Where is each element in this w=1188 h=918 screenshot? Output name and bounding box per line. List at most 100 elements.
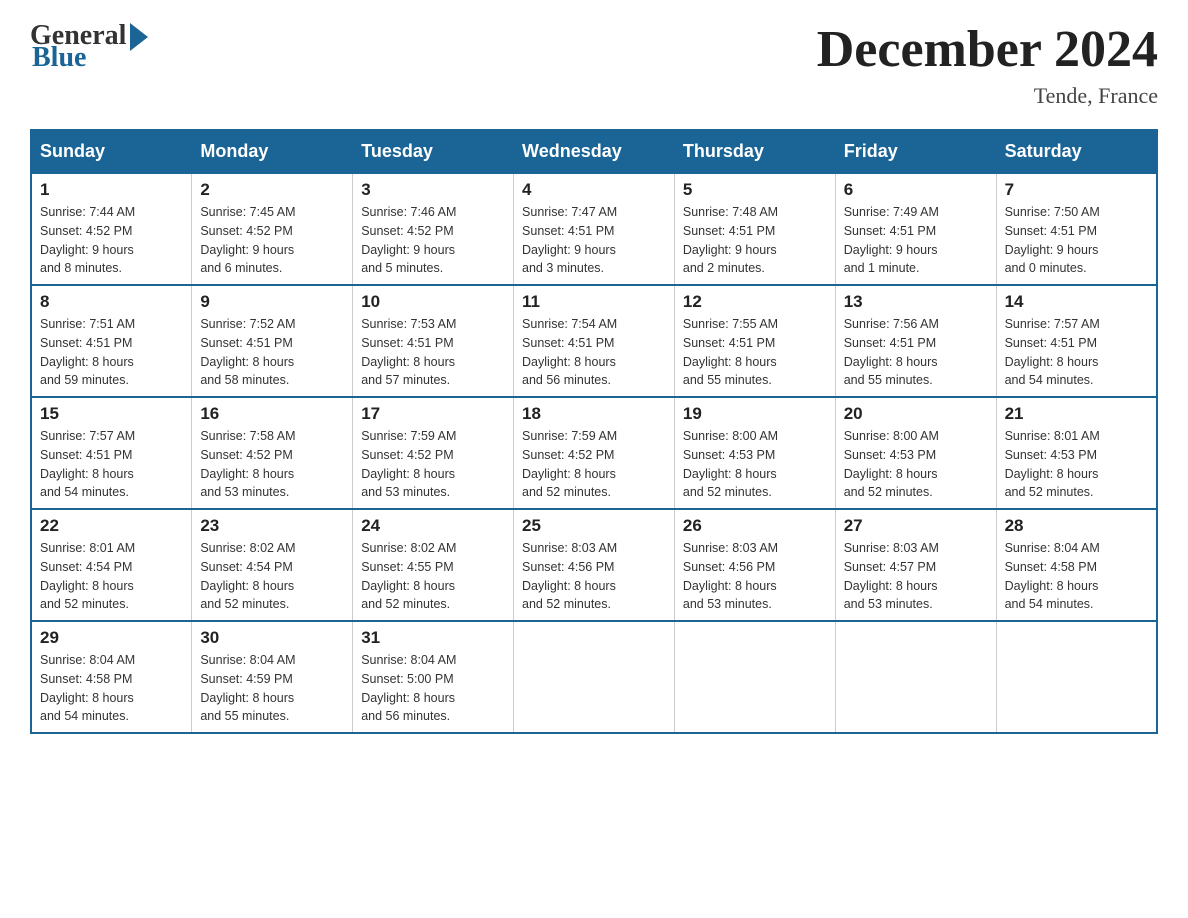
calendar-cell: 19 Sunrise: 8:00 AM Sunset: 4:53 PM Dayl…: [674, 397, 835, 509]
day-info: Sunrise: 7:44 AM Sunset: 4:52 PM Dayligh…: [40, 203, 183, 278]
title-section: December 2024 Tende, France: [817, 20, 1158, 109]
calendar-cell: 3 Sunrise: 7:46 AM Sunset: 4:52 PM Dayli…: [353, 173, 514, 285]
calendar-cell: 13 Sunrise: 7:56 AM Sunset: 4:51 PM Dayl…: [835, 285, 996, 397]
day-number: 23: [200, 516, 344, 536]
day-info: Sunrise: 7:59 AM Sunset: 4:52 PM Dayligh…: [361, 427, 505, 502]
col-wednesday: Wednesday: [514, 130, 675, 173]
day-number: 10: [361, 292, 505, 312]
day-info: Sunrise: 7:53 AM Sunset: 4:51 PM Dayligh…: [361, 315, 505, 390]
calendar-cell: 31 Sunrise: 8:04 AM Sunset: 5:00 PM Dayl…: [353, 621, 514, 733]
day-info: Sunrise: 8:02 AM Sunset: 4:55 PM Dayligh…: [361, 539, 505, 614]
day-number: 24: [361, 516, 505, 536]
calendar-cell: 1 Sunrise: 7:44 AM Sunset: 4:52 PM Dayli…: [31, 173, 192, 285]
day-number: 26: [683, 516, 827, 536]
calendar-cell: 21 Sunrise: 8:01 AM Sunset: 4:53 PM Dayl…: [996, 397, 1157, 509]
day-info: Sunrise: 8:02 AM Sunset: 4:54 PM Dayligh…: [200, 539, 344, 614]
calendar-cell: 23 Sunrise: 8:02 AM Sunset: 4:54 PM Dayl…: [192, 509, 353, 621]
calendar-cell: 17 Sunrise: 7:59 AM Sunset: 4:52 PM Dayl…: [353, 397, 514, 509]
logo-blue-text: Blue: [32, 42, 86, 74]
calendar-cell: 12 Sunrise: 7:55 AM Sunset: 4:51 PM Dayl…: [674, 285, 835, 397]
day-number: 5: [683, 180, 827, 200]
calendar-cell: 29 Sunrise: 8:04 AM Sunset: 4:58 PM Dayl…: [31, 621, 192, 733]
day-info: Sunrise: 7:56 AM Sunset: 4:51 PM Dayligh…: [844, 315, 988, 390]
day-number: 28: [1005, 516, 1148, 536]
calendar-week-4: 22 Sunrise: 8:01 AM Sunset: 4:54 PM Dayl…: [31, 509, 1157, 621]
day-number: 29: [40, 628, 183, 648]
calendar-cell: 27 Sunrise: 8:03 AM Sunset: 4:57 PM Dayl…: [835, 509, 996, 621]
col-friday: Friday: [835, 130, 996, 173]
calendar-cell: 14 Sunrise: 7:57 AM Sunset: 4:51 PM Dayl…: [996, 285, 1157, 397]
day-number: 9: [200, 292, 344, 312]
day-info: Sunrise: 7:57 AM Sunset: 4:51 PM Dayligh…: [40, 427, 183, 502]
calendar-week-3: 15 Sunrise: 7:57 AM Sunset: 4:51 PM Dayl…: [31, 397, 1157, 509]
day-number: 30: [200, 628, 344, 648]
day-number: 16: [200, 404, 344, 424]
day-info: Sunrise: 7:49 AM Sunset: 4:51 PM Dayligh…: [844, 203, 988, 278]
day-number: 7: [1005, 180, 1148, 200]
day-number: 11: [522, 292, 666, 312]
day-number: 22: [40, 516, 183, 536]
day-number: 19: [683, 404, 827, 424]
calendar-cell: 22 Sunrise: 8:01 AM Sunset: 4:54 PM Dayl…: [31, 509, 192, 621]
day-info: Sunrise: 8:00 AM Sunset: 4:53 PM Dayligh…: [683, 427, 827, 502]
calendar-week-1: 1 Sunrise: 7:44 AM Sunset: 4:52 PM Dayli…: [31, 173, 1157, 285]
day-info: Sunrise: 7:50 AM Sunset: 4:51 PM Dayligh…: [1005, 203, 1148, 278]
col-saturday: Saturday: [996, 130, 1157, 173]
day-number: 6: [844, 180, 988, 200]
day-info: Sunrise: 7:51 AM Sunset: 4:51 PM Dayligh…: [40, 315, 183, 390]
calendar-week-5: 29 Sunrise: 8:04 AM Sunset: 4:58 PM Dayl…: [31, 621, 1157, 733]
day-info: Sunrise: 7:46 AM Sunset: 4:52 PM Dayligh…: [361, 203, 505, 278]
day-info: Sunrise: 8:04 AM Sunset: 5:00 PM Dayligh…: [361, 651, 505, 726]
calendar-cell: 11 Sunrise: 7:54 AM Sunset: 4:51 PM Dayl…: [514, 285, 675, 397]
calendar-cell: 28 Sunrise: 8:04 AM Sunset: 4:58 PM Dayl…: [996, 509, 1157, 621]
calendar-cell: [835, 621, 996, 733]
day-number: 3: [361, 180, 505, 200]
calendar-cell: 7 Sunrise: 7:50 AM Sunset: 4:51 PM Dayli…: [996, 173, 1157, 285]
calendar-cell: 25 Sunrise: 8:03 AM Sunset: 4:56 PM Dayl…: [514, 509, 675, 621]
month-title: December 2024: [817, 20, 1158, 79]
day-info: Sunrise: 8:01 AM Sunset: 4:53 PM Dayligh…: [1005, 427, 1148, 502]
day-info: Sunrise: 7:47 AM Sunset: 4:51 PM Dayligh…: [522, 203, 666, 278]
day-number: 13: [844, 292, 988, 312]
day-info: Sunrise: 8:01 AM Sunset: 4:54 PM Dayligh…: [40, 539, 183, 614]
page-header: General Blue December 2024 Tende, France: [30, 20, 1158, 109]
day-number: 18: [522, 404, 666, 424]
col-tuesday: Tuesday: [353, 130, 514, 173]
logo-arrow-icon: [130, 23, 148, 51]
day-info: Sunrise: 7:48 AM Sunset: 4:51 PM Dayligh…: [683, 203, 827, 278]
day-number: 15: [40, 404, 183, 424]
day-info: Sunrise: 7:55 AM Sunset: 4:51 PM Dayligh…: [683, 315, 827, 390]
day-info: Sunrise: 8:03 AM Sunset: 4:56 PM Dayligh…: [683, 539, 827, 614]
day-number: 20: [844, 404, 988, 424]
calendar-cell: 9 Sunrise: 7:52 AM Sunset: 4:51 PM Dayli…: [192, 285, 353, 397]
calendar-cell: [514, 621, 675, 733]
calendar-cell: 26 Sunrise: 8:03 AM Sunset: 4:56 PM Dayl…: [674, 509, 835, 621]
day-number: 1: [40, 180, 183, 200]
day-number: 12: [683, 292, 827, 312]
day-info: Sunrise: 8:03 AM Sunset: 4:57 PM Dayligh…: [844, 539, 988, 614]
day-number: 17: [361, 404, 505, 424]
calendar-cell: 30 Sunrise: 8:04 AM Sunset: 4:59 PM Dayl…: [192, 621, 353, 733]
day-info: Sunrise: 8:04 AM Sunset: 4:59 PM Dayligh…: [200, 651, 344, 726]
calendar-cell: [996, 621, 1157, 733]
calendar-cell: 10 Sunrise: 7:53 AM Sunset: 4:51 PM Dayl…: [353, 285, 514, 397]
calendar-cell: 6 Sunrise: 7:49 AM Sunset: 4:51 PM Dayli…: [835, 173, 996, 285]
day-info: Sunrise: 7:52 AM Sunset: 4:51 PM Dayligh…: [200, 315, 344, 390]
day-number: 27: [844, 516, 988, 536]
day-info: Sunrise: 7:59 AM Sunset: 4:52 PM Dayligh…: [522, 427, 666, 502]
calendar-cell: 24 Sunrise: 8:02 AM Sunset: 4:55 PM Dayl…: [353, 509, 514, 621]
day-number: 31: [361, 628, 505, 648]
day-number: 14: [1005, 292, 1148, 312]
day-info: Sunrise: 7:58 AM Sunset: 4:52 PM Dayligh…: [200, 427, 344, 502]
calendar-week-2: 8 Sunrise: 7:51 AM Sunset: 4:51 PM Dayli…: [31, 285, 1157, 397]
day-info: Sunrise: 8:04 AM Sunset: 4:58 PM Dayligh…: [40, 651, 183, 726]
calendar-table: Sunday Monday Tuesday Wednesday Thursday…: [30, 129, 1158, 734]
logo: General Blue: [30, 20, 148, 74]
calendar-cell: 2 Sunrise: 7:45 AM Sunset: 4:52 PM Dayli…: [192, 173, 353, 285]
day-info: Sunrise: 8:04 AM Sunset: 4:58 PM Dayligh…: [1005, 539, 1148, 614]
calendar-cell: 8 Sunrise: 7:51 AM Sunset: 4:51 PM Dayli…: [31, 285, 192, 397]
calendar-cell: 15 Sunrise: 7:57 AM Sunset: 4:51 PM Dayl…: [31, 397, 192, 509]
day-info: Sunrise: 8:03 AM Sunset: 4:56 PM Dayligh…: [522, 539, 666, 614]
day-number: 4: [522, 180, 666, 200]
calendar-cell: 18 Sunrise: 7:59 AM Sunset: 4:52 PM Dayl…: [514, 397, 675, 509]
